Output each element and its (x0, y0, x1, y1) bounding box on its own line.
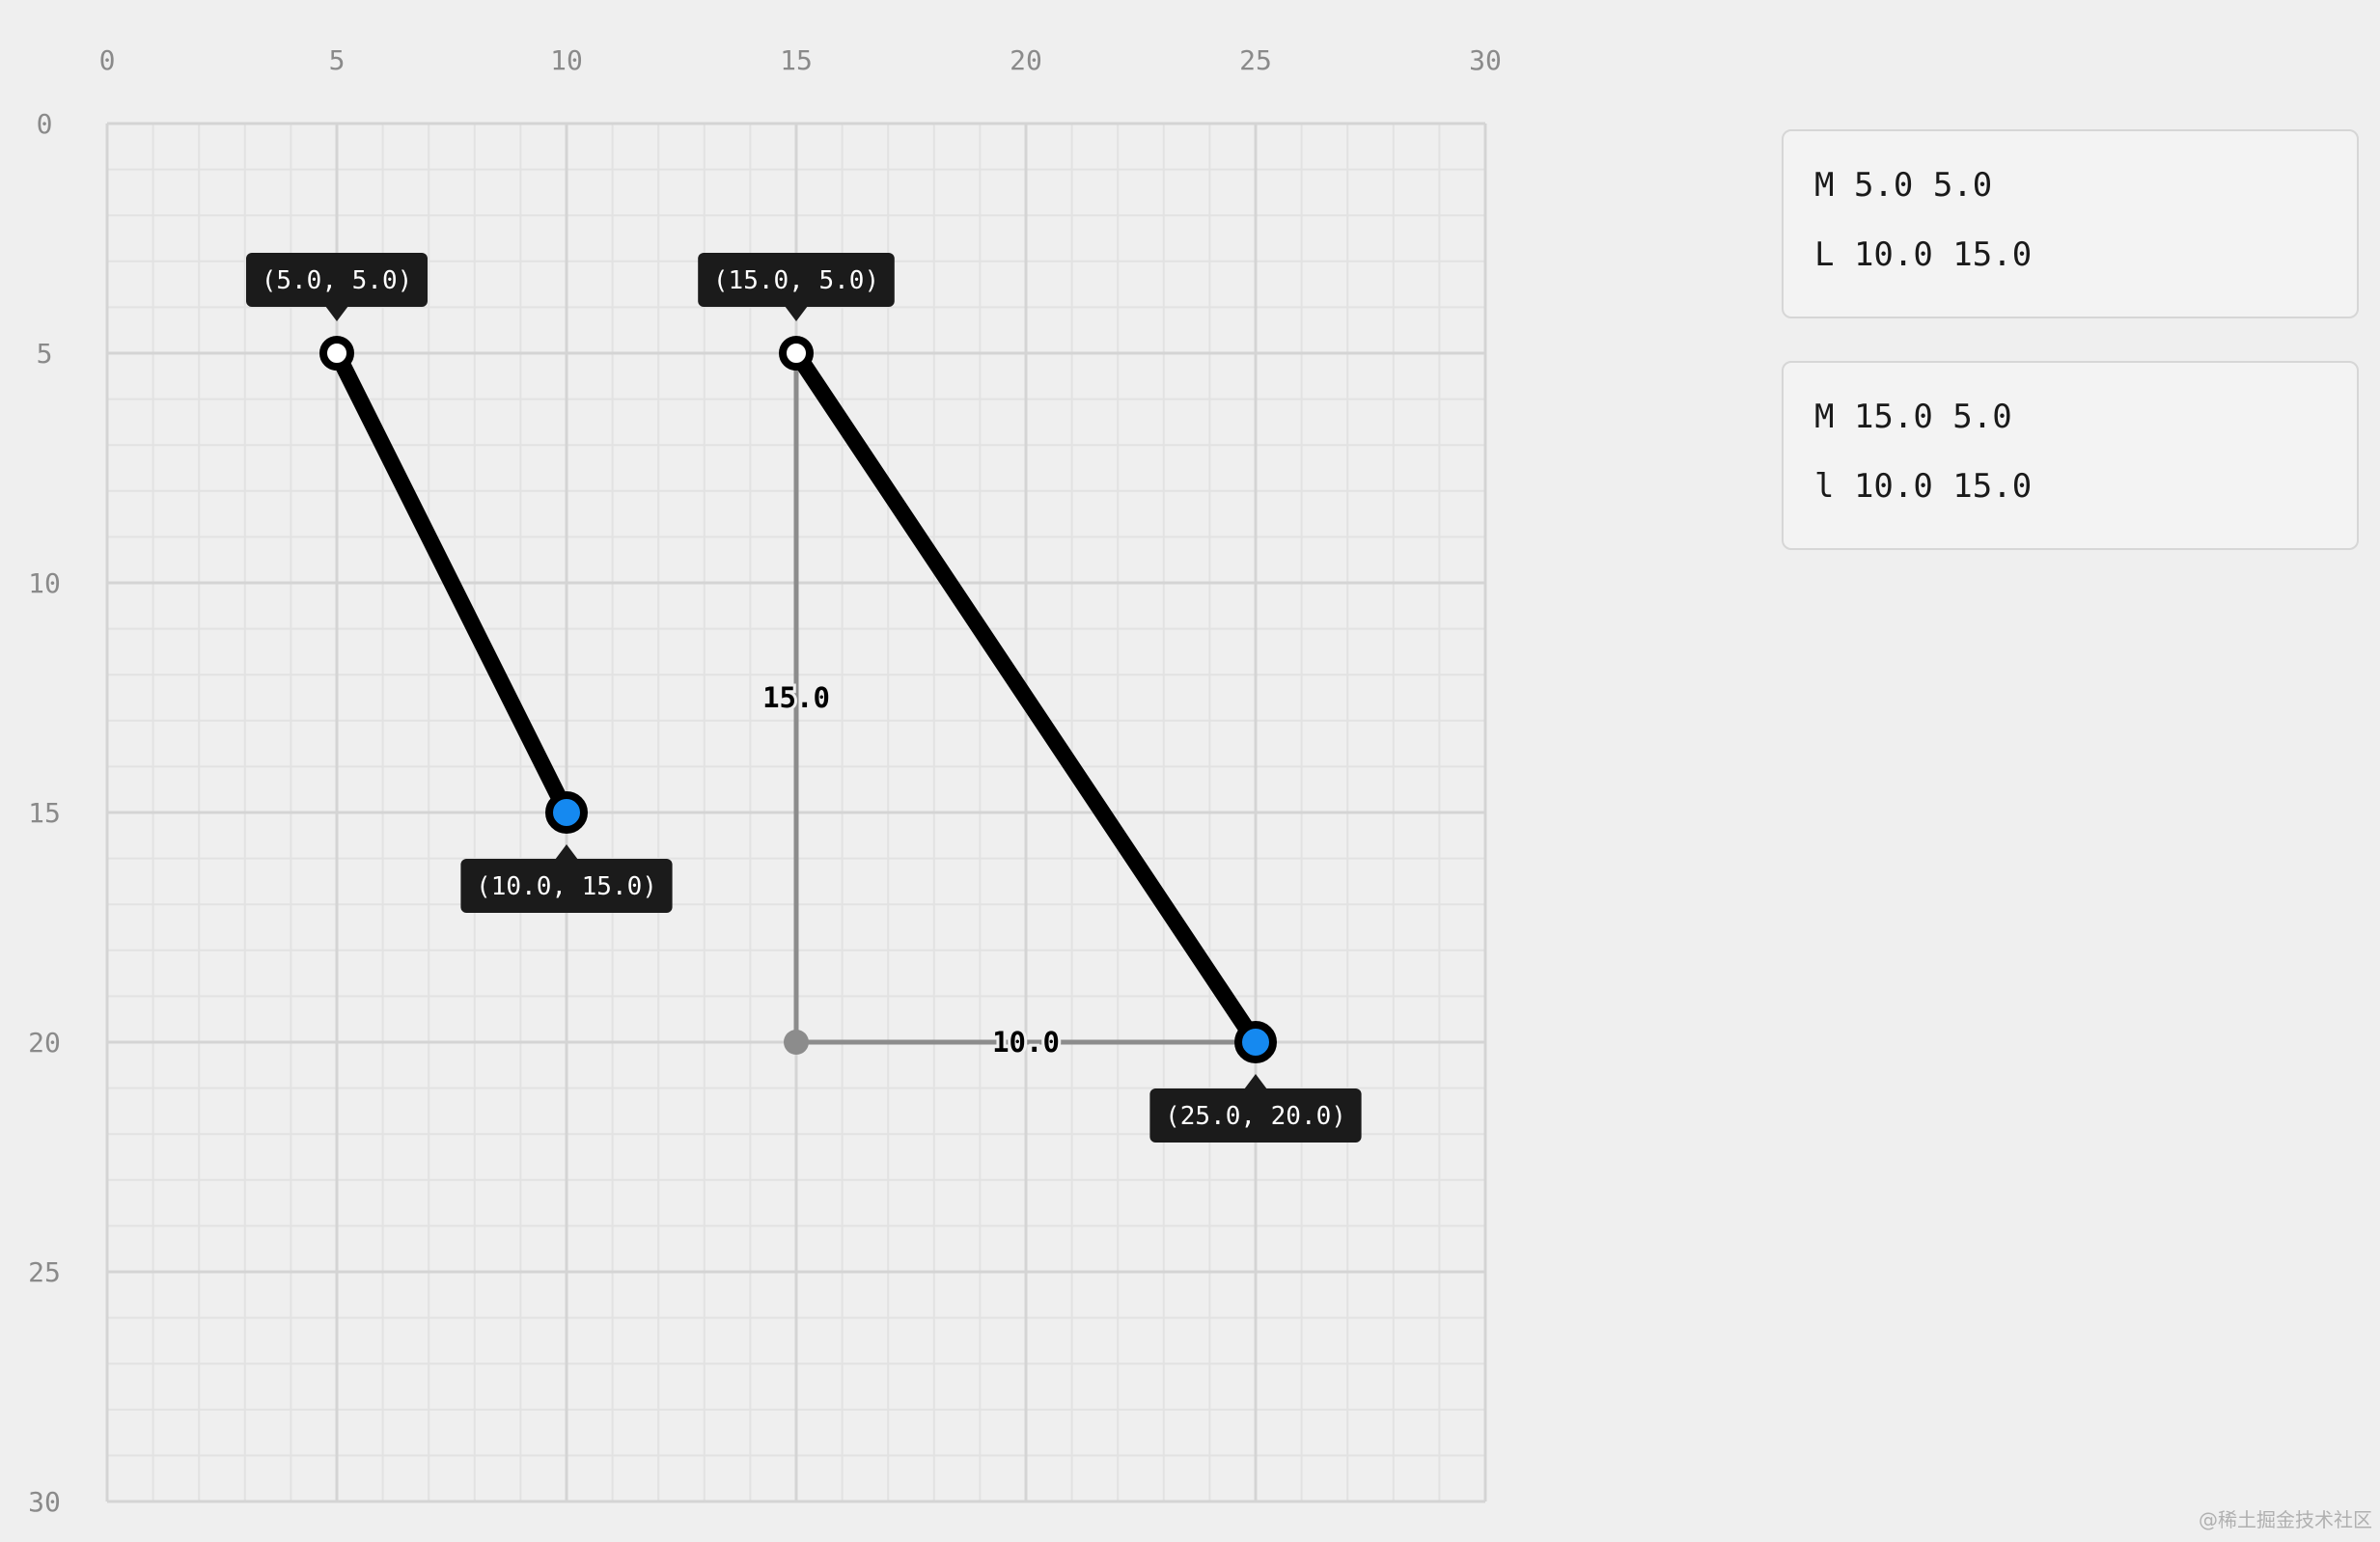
x-tick-label: 15 (780, 44, 813, 76)
path-command-line: L 10.0 15.0 (1814, 235, 2033, 274)
y-axis-tick-labels: 0 5 10 15 20 25 30 (28, 108, 61, 1518)
x-tick-label: 5 (329, 44, 346, 76)
tooltip-text: (10.0, 15.0) (476, 872, 657, 901)
dy-label: 15.0 (762, 681, 830, 714)
path-command-line: M 5.0 5.0 (1814, 166, 1993, 205)
path-command-panel-relative: M 15.0 5.0 l 10.0 15.0 (1782, 361, 2359, 550)
y-tick-label: 25 (28, 1256, 61, 1288)
tooltip-text: (25.0, 20.0) (1165, 1102, 1346, 1131)
tooltip-arrow (1244, 1074, 1267, 1089)
coordinate-tooltip: (10.0, 15.0) (460, 844, 673, 913)
x-tick-label: 20 (1010, 44, 1042, 76)
path-command-line: l 10.0 15.0 (1814, 467, 2033, 506)
guide-corner-point (784, 1030, 809, 1055)
x-tick-label: 10 (550, 44, 583, 76)
delta-guides: 15.0 10.0 (760, 353, 1256, 1061)
y-tick-label: 0 (37, 108, 53, 140)
y-tick-label: 15 (28, 797, 61, 829)
dx-label: 10.0 (992, 1026, 1060, 1059)
y-tick-label: 5 (37, 338, 53, 370)
tooltip-arrow (555, 844, 578, 860)
start-point-handle (319, 336, 354, 371)
watermark-text: @稀土掘金技术社区 (2199, 1508, 2372, 1531)
coordinate-grid-plot: 0 5 10 15 20 25 30 0 5 10 15 20 25 30 15.0 10.0 (5.0,… (28, 44, 1502, 1518)
y-tick-label: 30 (28, 1486, 61, 1518)
x-tick-label: 30 (1469, 44, 1502, 76)
path-command-line: M 15.0 5.0 (1814, 398, 2012, 436)
x-tick-label: 25 (1239, 44, 1272, 76)
tooltip-arrow (785, 306, 808, 321)
end-point-handle (545, 791, 588, 834)
tooltip-text: (5.0, 5.0) (262, 266, 413, 295)
x-axis-tick-labels: 0 5 10 15 20 25 30 (99, 44, 1502, 76)
coordinate-tooltip: (5.0, 5.0) (246, 253, 428, 321)
path-editor-canvas: 0 5 10 15 20 25 30 0 5 10 15 20 25 30 15.0 10.0 (5.0,… (0, 0, 2380, 1538)
y-tick-label: 20 (28, 1027, 61, 1059)
start-point-handle (779, 336, 814, 371)
end-point-handle (1234, 1021, 1277, 1063)
tooltip-text: (15.0, 5.0) (713, 266, 879, 295)
y-tick-label: 10 (28, 567, 61, 599)
coordinate-tooltip: (15.0, 5.0) (698, 253, 895, 321)
x-tick-label: 0 (99, 44, 116, 76)
coordinate-tooltip: (25.0, 20.0) (1149, 1074, 1362, 1143)
tooltip-arrow (325, 306, 348, 321)
path-command-panel-absolute: M 5.0 5.0 L 10.0 15.0 (1782, 129, 2359, 318)
